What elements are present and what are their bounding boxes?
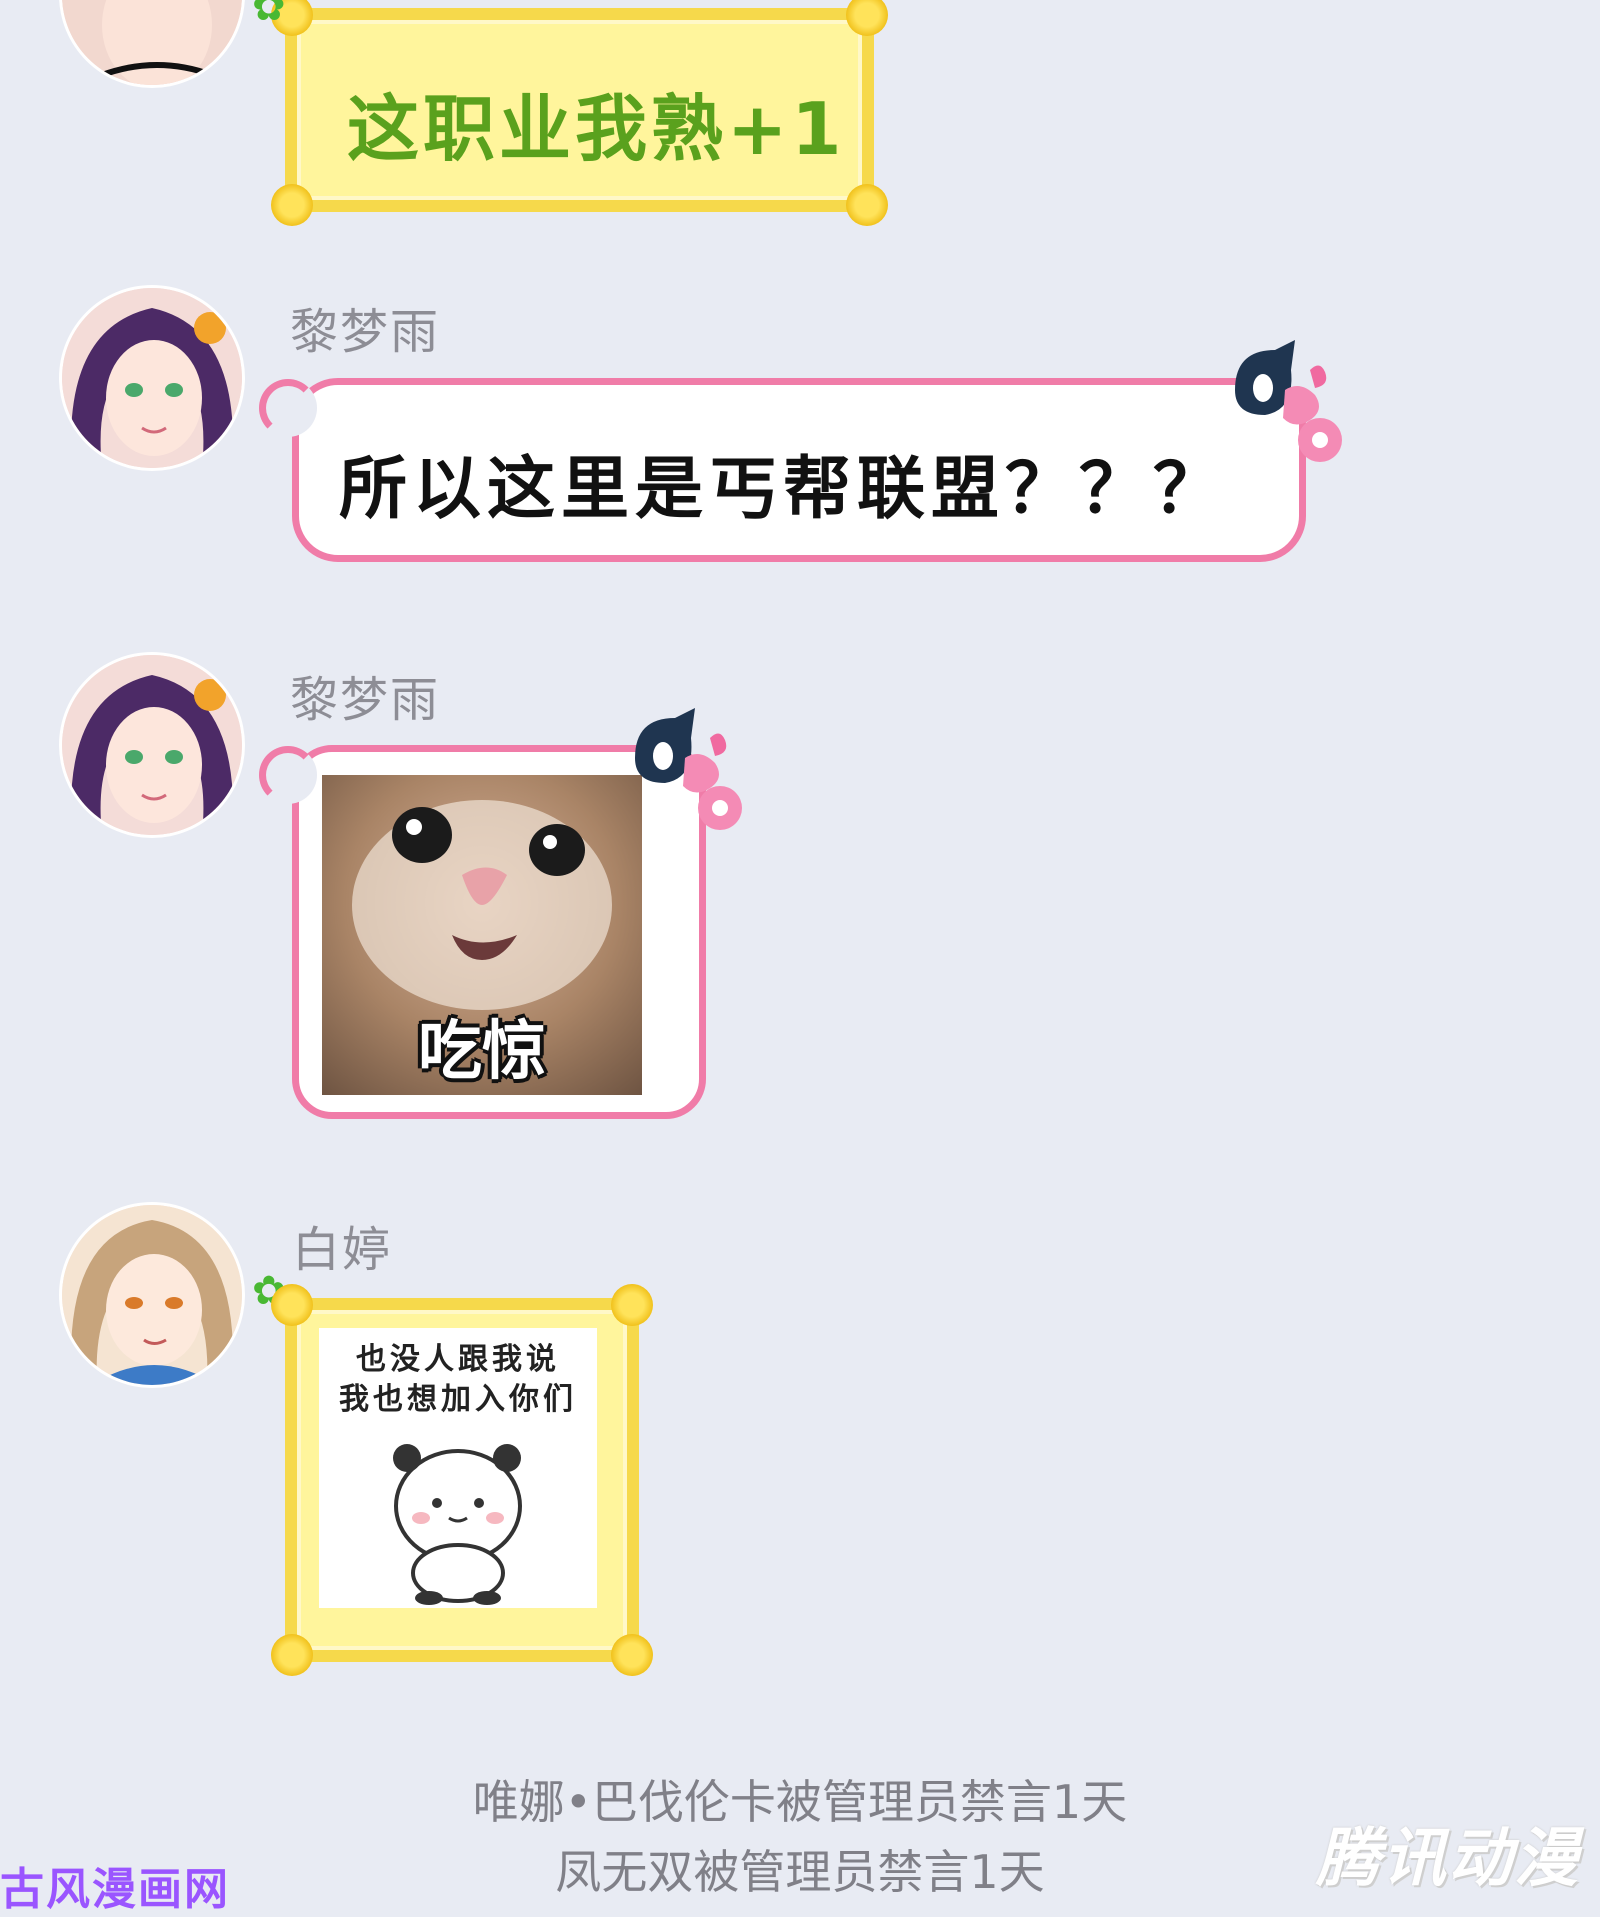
decoration [271, 184, 313, 226]
decoration [611, 1284, 653, 1326]
sender-name: 白婷 [292, 1222, 393, 1278]
sticker-bubble[interactable]: 也没人跟我说 我也想加入你们 [271, 1284, 653, 1676]
bubble-tail [259, 746, 317, 804]
cat-sticker-image[interactable]: 吃惊 [322, 775, 642, 1095]
avatar[interactable] [62, 1205, 242, 1385]
decoration [846, 0, 888, 36]
decoration [611, 1634, 653, 1676]
cat-decoration-icon [1235, 340, 1342, 462]
watermark-left: 古风漫画网 [0, 1864, 230, 1915]
avatar[interactable] [62, 288, 242, 468]
bubble-tail [259, 379, 317, 437]
message-text: 所以这里是丐帮联盟？？？ [339, 450, 1228, 529]
sticker-caption: 吃惊 [418, 1015, 546, 1089]
watermark-right: 腾讯动漫 [1316, 1822, 1580, 1896]
avatar[interactable] [62, 655, 242, 835]
panda-sticker-image[interactable]: 也没人跟我说 我也想加入你们 [319, 1328, 597, 1608]
message-bubble[interactable]: 这职业我熟+1 [271, 0, 888, 226]
message-bubble[interactable]: 所以这里是丐帮联盟？？？ [259, 378, 1306, 562]
avatar[interactable] [62, 0, 242, 85]
sender-name: 黎梦雨 [290, 672, 441, 728]
sender-name: 黎梦雨 [290, 304, 441, 360]
decoration [271, 1634, 313, 1676]
decoration [271, 1284, 313, 1326]
cat-decoration-icon [635, 708, 742, 830]
message-text: 这职业我熟+1 [347, 87, 846, 171]
decoration [846, 184, 888, 226]
leaf-icon: ✿ [252, 0, 286, 30]
chat-window: 这职业我熟+1 ✿ 黎梦雨 所以这里是丐帮联盟？？？ 黎梦雨 吃惊 白婷 ✿ 也… [0, 0, 1600, 1917]
